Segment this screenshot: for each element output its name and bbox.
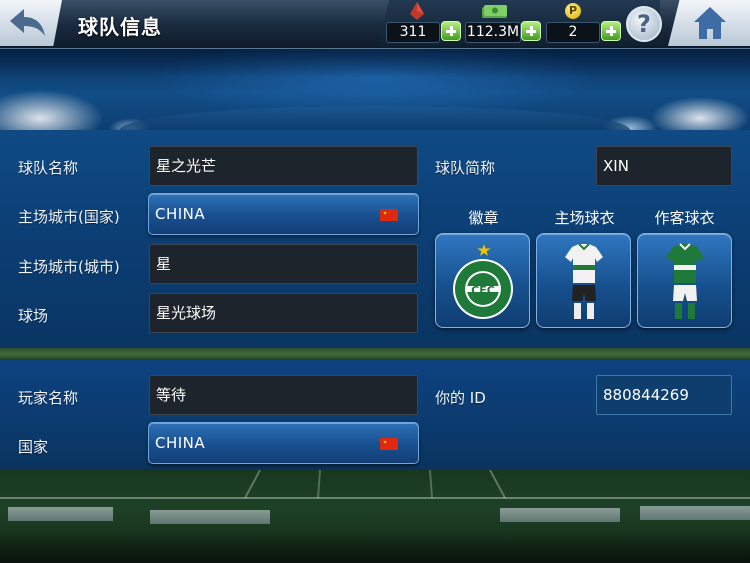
card-icon (410, 2, 424, 20)
team-name-label: 球队名称 (18, 159, 79, 177)
pitch-strip (0, 348, 750, 360)
add-points-button[interactable] (601, 21, 621, 41)
away-kit-icon (666, 243, 704, 319)
away-kit-card[interactable] (637, 233, 732, 328)
away-kit-label: 作客球衣 (654, 209, 715, 227)
club-badge-icon: CFC (453, 259, 513, 319)
home-kit-icon (565, 243, 603, 319)
player-id-field: 880844269 (596, 375, 732, 415)
add-cards-button[interactable] (441, 21, 461, 41)
player-name-label: 玩家名称 (18, 389, 79, 407)
add-money-button[interactable] (521, 21, 541, 41)
team-name-field[interactable]: 星之光芒 (149, 146, 418, 186)
back-button[interactable] (0, 0, 62, 46)
player-id-label: 你的 ID (435, 389, 486, 407)
stadium-lights-background (0, 48, 750, 130)
home-city-field[interactable]: 星 (149, 244, 418, 284)
country-label: 国家 (18, 438, 49, 456)
stadium-field[interactable]: 星光球场 (149, 293, 418, 333)
country-value: CHINA (155, 434, 206, 452)
ad-board (500, 508, 620, 522)
ad-board (8, 507, 113, 521)
money-amount: 112.3M (465, 22, 521, 43)
badge-center-text: CFC (471, 284, 495, 297)
home-country-value: CHINA (155, 205, 206, 223)
home-country-select[interactable]: CHINA (148, 193, 419, 235)
cards-count: 311 (386, 22, 440, 43)
ad-board (150, 510, 270, 524)
home-icon (694, 7, 726, 39)
home-city-label: 主场城市(城市) (18, 258, 120, 276)
china-flag-icon (380, 209, 398, 221)
cash-icon (482, 5, 507, 18)
home-kit-label: 主场球衣 (554, 209, 615, 227)
points-count: 2 (546, 22, 600, 43)
badge-card[interactable]: CFC (435, 233, 530, 328)
badge-label: 徽章 (468, 209, 499, 227)
country-select[interactable]: CHINA (148, 422, 419, 464)
player-name-field[interactable]: 等待 (149, 375, 418, 415)
help-button[interactable]: ? (626, 6, 662, 42)
china-flag-icon (380, 438, 398, 450)
stadium-label: 球场 (18, 307, 49, 325)
ad-board (640, 506, 750, 520)
team-short-name-label: 球队简称 (435, 159, 496, 177)
home-country-label: 主场城市(国家) (18, 208, 120, 226)
home-kit-card[interactable] (536, 233, 631, 328)
back-arrow-icon (10, 9, 45, 36)
team-short-name-field[interactable]: XIN (596, 146, 732, 186)
home-button[interactable] (668, 0, 750, 46)
coin-p-icon: P (565, 3, 581, 19)
page-title: 球队信息 (78, 15, 162, 39)
